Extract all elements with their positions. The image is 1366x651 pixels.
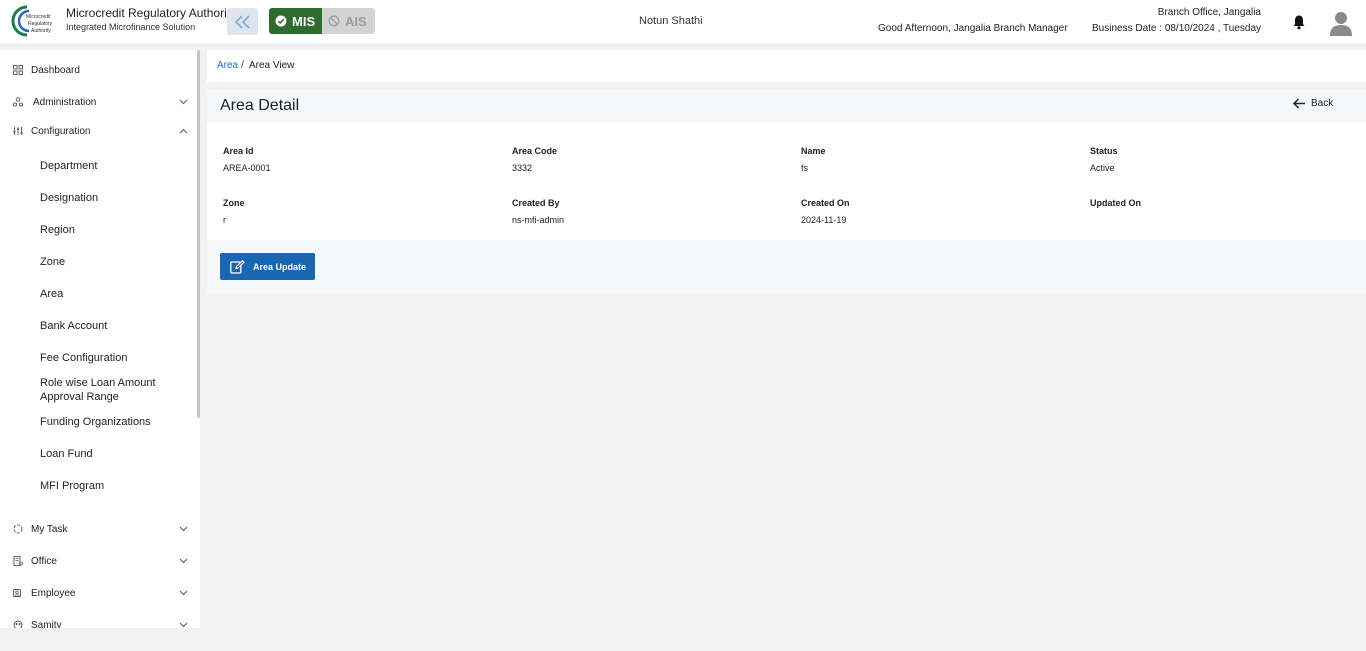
ais-toggle-button[interactable]: AIS: [322, 8, 375, 34]
mis-label: MIS: [292, 13, 316, 29]
employee-icon: [13, 589, 21, 597]
sidebar-item-label: Dashboard: [31, 64, 80, 76]
top-header: Microcredit Regulatory Authority Microcr…: [0, 0, 1366, 43]
detail-body: Area Id AREA-0001 Area Code 3332 Name fs…: [207, 123, 1366, 240]
breadcrumb: Area / Area View: [207, 50, 1366, 82]
sidebar-item-label: Samity: [31, 619, 62, 629]
field-value: Active: [1090, 163, 1115, 173]
avatar[interactable]: [1329, 10, 1353, 36]
chevron-down-icon: [179, 526, 188, 532]
sidebar-collapse-button[interactable]: [227, 8, 258, 35]
sidebar-subitem-area[interactable]: Area: [40, 287, 190, 301]
area-update-button[interactable]: Area Update: [220, 253, 315, 280]
action-bar: Area Update: [207, 240, 1366, 293]
group-icon: [13, 620, 23, 628]
sidebar-item-office[interactable]: Office: [0, 551, 195, 571]
svg-text:Authority: Authority: [31, 28, 51, 34]
arrow-left-icon: [1293, 98, 1305, 109]
field-value: r: [223, 215, 226, 225]
chevron-down-icon: [179, 590, 188, 596]
sidebar-scrollbar[interactable]: [197, 50, 200, 418]
app-name: Notun Shathi: [639, 15, 703, 27]
svg-text:Regulatory: Regulatory: [28, 21, 53, 27]
check-circle-icon: [275, 15, 287, 27]
field-label: Created By: [512, 198, 560, 208]
page-title: Area Detail: [220, 97, 300, 114]
sidebar-subitem-loan-fund[interactable]: Loan Fund: [40, 447, 190, 461]
mis-toggle-button[interactable]: MIS: [269, 8, 322, 34]
sidebar-item-label: My Task: [31, 523, 68, 535]
sidebar-item-configuration[interactable]: Configuration: [0, 121, 195, 141]
breadcrumb-current: Area View: [249, 60, 295, 71]
org-title: Microcredit Regulatory Authority: [66, 6, 237, 20]
sidebar: Dashboard Administration Configuration D…: [0, 50, 200, 628]
chevron-down-icon: [179, 622, 188, 628]
sidebar-subitem-department[interactable]: Department: [40, 159, 190, 173]
blocked-icon: [328, 15, 340, 27]
bell-icon[interactable]: [1292, 14, 1306, 30]
sidebar-subitem-loan-approval-range[interactable]: Role wise Loan Amount Approval Range: [40, 376, 190, 404]
sidebar-subitem-funding-organizations[interactable]: Funding Organizations: [40, 415, 190, 429]
branch-name: Branch Office, Jangalia: [1157, 7, 1261, 18]
sidebar-subitem-fee-configuration[interactable]: Fee Configuration: [40, 351, 190, 365]
greeting-text: Good Afternoon, Jangalia Branch Manager: [878, 23, 1068, 34]
field-area-code: Area Code 3332: [512, 146, 557, 173]
sidebar-item-label: Employee: [31, 587, 76, 599]
breadcrumb-link-area[interactable]: Area: [217, 60, 238, 71]
sidebar-subitem-bank-account[interactable]: Bank Account: [40, 319, 190, 333]
sidebar-subitem-zone[interactable]: Zone: [40, 255, 190, 269]
field-value: 3332: [512, 163, 533, 173]
field-value: AREA-0001: [223, 163, 271, 173]
field-label: Area Id: [223, 146, 254, 156]
sidebar-subitem-mfi-program[interactable]: MFI Program: [40, 479, 190, 493]
field-value: 2024-11-19: [801, 215, 847, 225]
field-value: ns-mfi-admin: [512, 215, 565, 225]
sidebar-subitem-designation[interactable]: Designation: [40, 191, 190, 205]
field-status: Status Active: [1090, 146, 1118, 173]
double-chevron-left-icon: [234, 14, 250, 29]
chevron-down-icon: [179, 558, 188, 564]
sidebar-item-samity[interactable]: Samity: [0, 615, 195, 628]
sidebar-item-employee[interactable]: Employee: [0, 583, 195, 603]
field-created-on: Created On 2024-11-19: [801, 198, 850, 225]
field-label: Zone: [223, 198, 245, 208]
field-name: Name fs: [801, 146, 826, 173]
field-zone: Zone r: [223, 198, 245, 225]
sidebar-subitem-region[interactable]: Region: [40, 223, 190, 237]
back-button[interactable]: Back: [1293, 98, 1333, 109]
field-label: Created On: [801, 198, 850, 208]
ais-label: AIS: [345, 13, 367, 29]
field-value: fs: [801, 163, 809, 173]
org-subtitle: Integrated Microfinance Solution: [66, 22, 196, 32]
detail-header: Area Detail Back: [207, 89, 1366, 123]
sidebar-item-dashboard[interactable]: Dashboard: [0, 60, 195, 80]
field-area-id: Area Id AREA-0001: [223, 146, 271, 173]
sidebar-item-administration[interactable]: Administration: [0, 92, 195, 112]
edit-icon: [230, 259, 245, 274]
field-label: Updated On: [1090, 198, 1141, 208]
grid-icon: [13, 65, 23, 75]
sidebar-item-label: Configuration: [31, 125, 91, 137]
field-updated-on: Updated On: [1090, 198, 1141, 215]
sidebar-item-my-task[interactable]: My Task: [0, 519, 195, 539]
back-label: Back: [1311, 98, 1334, 109]
task-spinner-icon: [13, 524, 23, 534]
mra-logo-icon: Microcredit Regulatory Authority: [11, 5, 53, 37]
field-label: Status: [1090, 146, 1118, 156]
sidebar-item-label: Office: [31, 555, 57, 567]
users-network-icon: [13, 97, 23, 107]
svg-text:Microcredit: Microcredit: [26, 14, 51, 20]
chevron-up-icon: [179, 128, 188, 134]
field-label: Name: [801, 146, 826, 156]
sidebar-item-label: Administration: [33, 96, 97, 108]
breadcrumb-separator: /: [241, 59, 245, 71]
sliders-icon: [13, 127, 23, 135]
chevron-down-icon: [179, 99, 188, 105]
business-date: Business Date : 08/10/2024 , Tuesday: [1092, 23, 1261, 34]
area-update-label: Area Update: [253, 261, 307, 272]
field-label: Area Code: [512, 146, 558, 156]
field-created-by: Created By ns-mfi-admin: [512, 198, 564, 225]
office-building-icon: [13, 556, 23, 566]
